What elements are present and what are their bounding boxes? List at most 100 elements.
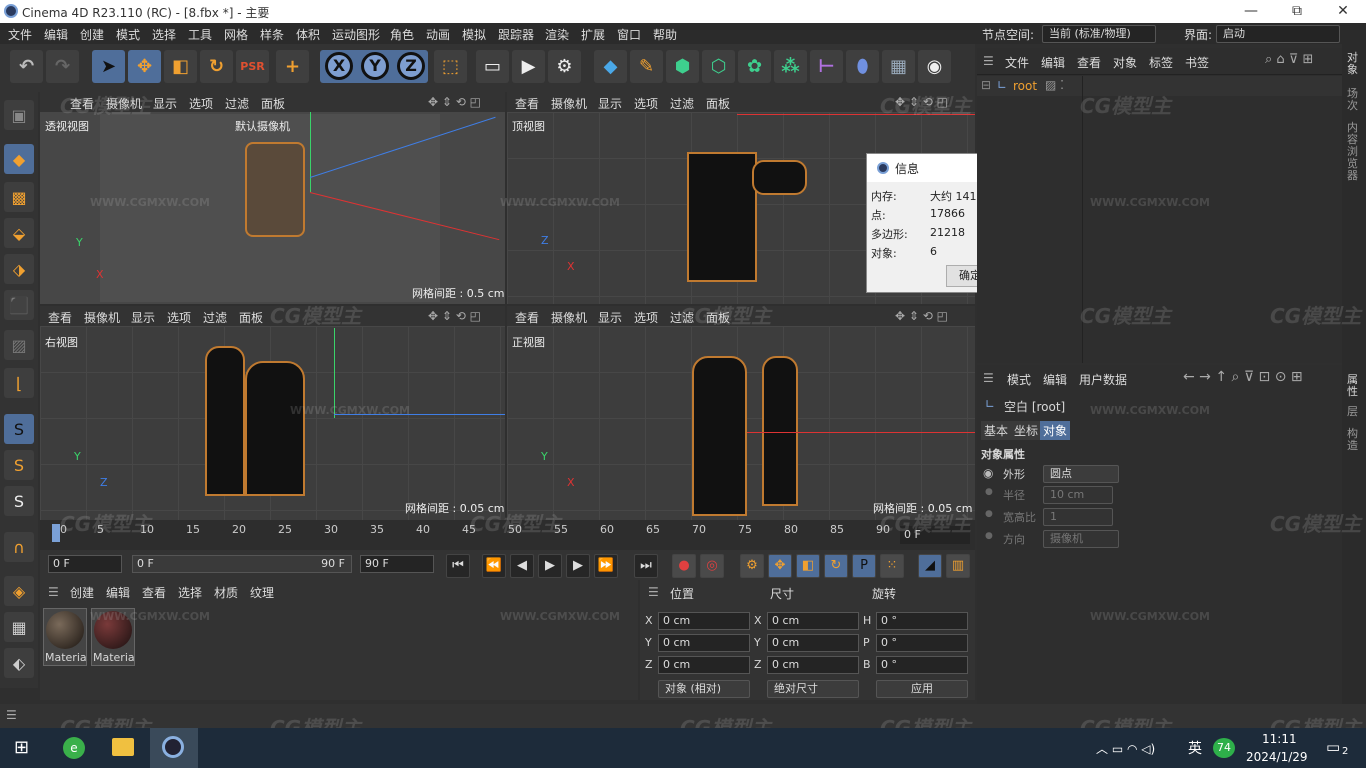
security-badge[interactable]: 74: [1213, 738, 1235, 758]
viewport-nav-icons[interactable]: ✥ ⇕ ⟲ ◰: [428, 309, 481, 323]
render-view-icon[interactable]: ▭: [476, 50, 509, 83]
vp-menu-filter[interactable]: 过滤: [225, 95, 249, 112]
menu-mesh[interactable]: 网格: [224, 26, 248, 43]
menu-spline[interactable]: 样条: [260, 26, 284, 43]
vp-menu-display[interactable]: 显示: [153, 95, 177, 112]
vp-menu-camera[interactable]: 摄像机: [84, 309, 120, 326]
menu-extensions[interactable]: 扩展: [581, 26, 605, 43]
select-tool-icon[interactable]: ➤: [92, 50, 125, 83]
obj-menu-object[interactable]: 对象: [1113, 54, 1137, 71]
material-thumb[interactable]: Materia: [43, 608, 87, 666]
autokey-icon[interactable]: ◎: [700, 554, 724, 578]
rot-p-field[interactable]: 0 °: [876, 634, 968, 652]
rot-h-field[interactable]: 0 °: [876, 612, 968, 630]
side-tab-content-browser[interactable]: 内容浏览器: [1347, 122, 1361, 182]
menu-character[interactable]: 角色: [390, 26, 414, 43]
viewport-front[interactable]: 查看 摄像机 显示 选项 过滤 面板 ✥ ⇕ ⟲ ◰ 正视图 Y X 网格间距 …: [507, 306, 975, 520]
vp-menu-options[interactable]: 选项: [634, 95, 658, 112]
render-picture-viewer-icon[interactable]: ▶: [512, 50, 545, 83]
psr-icon[interactable]: PSR: [236, 50, 269, 83]
workplane-icon[interactable]: ◈: [4, 576, 34, 606]
coordinate-system-icon[interactable]: ⬚: [434, 50, 467, 83]
hamburger-icon[interactable]: ☰: [6, 708, 17, 722]
node-space-select[interactable]: 当前 (标准/物理): [1042, 25, 1156, 43]
key-position-icon[interactable]: ✥: [768, 554, 792, 578]
make-editable-icon[interactable]: ▣: [4, 100, 34, 130]
close-button[interactable]: ✕: [1320, 0, 1366, 23]
side-tab-takes[interactable]: 场次: [1347, 88, 1361, 112]
snap-settings-icon[interactable]: S: [4, 450, 34, 480]
pos-y-field[interactable]: 0 cm: [658, 634, 750, 652]
redo-icon[interactable]: ↷: [46, 50, 79, 83]
layout-select[interactable]: 启动: [1216, 25, 1340, 43]
menu-create[interactable]: 创建: [80, 26, 104, 43]
obj-search-filter-icons[interactable]: ⌕ ⌂ ⊽ ⊞: [1265, 52, 1313, 67]
menu-render[interactable]: 渲染: [545, 26, 569, 43]
menu-tools[interactable]: 工具: [188, 26, 212, 43]
go-to-end-icon[interactable]: ⏭: [634, 554, 658, 578]
keyframe-selection-icon[interactable]: ⚙: [740, 554, 764, 578]
sound-icon[interactable]: ◢: [918, 554, 942, 578]
vp-menu-panel[interactable]: 面板: [706, 95, 730, 112]
subdivision-icon[interactable]: ⬢: [666, 50, 699, 83]
field-icon[interactable]: ⬮: [846, 50, 879, 83]
cube-icon[interactable]: ◆: [594, 50, 627, 83]
vp-menu-filter[interactable]: 过滤: [203, 309, 227, 326]
side-tab-structure[interactable]: 构造: [1347, 428, 1361, 452]
obj-menu-tags[interactable]: 标签: [1149, 54, 1173, 71]
key-pla-icon[interactable]: ⁙: [880, 554, 904, 578]
visibility-dots-icon[interactable]: ▨ ⁚: [1045, 78, 1064, 92]
attr-tab-basic[interactable]: 基本: [981, 421, 1012, 440]
edges-mode-icon[interactable]: ⬗: [4, 254, 34, 284]
uv-mode-icon[interactable]: ▨: [4, 330, 34, 360]
play-icon[interactable]: ▶: [538, 554, 562, 578]
workplane-snap-icon[interactable]: S: [4, 486, 34, 516]
planar-workplane-icon[interactable]: ⬖: [4, 648, 34, 678]
go-to-start-icon[interactable]: ⏮: [446, 554, 470, 578]
locked-workplane-icon[interactable]: ▦: [4, 612, 34, 642]
vp-menu-panel[interactable]: 面板: [239, 309, 263, 326]
expand-icon[interactable]: ⊟: [981, 78, 991, 92]
scale-tool-icon[interactable]: ◧: [164, 50, 197, 83]
object-name-root[interactable]: root: [1013, 79, 1037, 93]
clock-date[interactable]: 2024/1/29: [1246, 750, 1308, 764]
menu-volume[interactable]: 体积: [296, 26, 320, 43]
menu-edit[interactable]: 编辑: [44, 26, 68, 43]
vp-menu-camera[interactable]: 摄像机: [551, 309, 587, 326]
size-y-field[interactable]: 0 cm: [767, 634, 859, 652]
menu-tracker[interactable]: 跟踪器: [498, 26, 534, 43]
viewport-nav-icons[interactable]: ✥ ⇕ ⟲ ◰: [895, 309, 948, 323]
texture-mode-icon[interactable]: ▩: [4, 182, 34, 212]
menu-mograph[interactable]: 运动图形: [332, 26, 380, 43]
key-scale-icon[interactable]: ◧: [796, 554, 820, 578]
windows-start-icon[interactable]: ⊞: [14, 737, 29, 758]
magnet-icon[interactable]: ∩: [4, 532, 34, 562]
next-key-icon[interactable]: ⏩: [594, 554, 618, 578]
shape-select[interactable]: 圆点: [1043, 465, 1119, 483]
render-settings-icon[interactable]: ⚙: [548, 50, 581, 83]
points-mode-icon[interactable]: ⬙: [4, 218, 34, 248]
model-mode-icon[interactable]: ◆: [4, 144, 34, 174]
y-axis-lock-button[interactable]: Y: [361, 52, 389, 80]
snap-s-icon[interactable]: S: [4, 414, 34, 444]
mat-menu-view[interactable]: 查看: [142, 584, 166, 601]
x-axis-lock-button[interactable]: X: [325, 52, 353, 80]
prev-key-icon[interactable]: ⏪: [482, 554, 506, 578]
mat-menu-create[interactable]: 创建: [70, 584, 94, 601]
record-active-icon[interactable]: ●: [672, 554, 696, 578]
vp-menu-display[interactable]: 显示: [598, 309, 622, 326]
camera-icon[interactable]: ◉: [918, 50, 951, 83]
viewport-right[interactable]: 查看 摄像机 显示 选项 过滤 面板 ✥ ⇕ ⟲ ◰ 右视图 Y Z 网格间距 …: [40, 306, 505, 520]
attr-menu-userdata[interactable]: 用户数据: [1079, 371, 1127, 388]
preview-range-slider[interactable]: 0 F 90 F: [132, 555, 352, 573]
mat-menu-texture[interactable]: 纹理: [250, 584, 274, 601]
pos-x-field[interactable]: 0 cm: [658, 612, 750, 630]
vp-menu-panel[interactable]: 面板: [261, 95, 285, 112]
pos-z-field[interactable]: 0 cm: [658, 656, 750, 674]
size-x-field[interactable]: 0 cm: [767, 612, 859, 630]
menu-simulate[interactable]: 模拟: [462, 26, 486, 43]
mat-menu-material[interactable]: 材质: [214, 584, 238, 601]
side-tab-layers[interactable]: 层: [1347, 406, 1361, 418]
menu-window[interactable]: 窗口: [617, 26, 641, 43]
tray-icons[interactable]: ︿ ▭ ◠ ◁): [1096, 740, 1155, 757]
